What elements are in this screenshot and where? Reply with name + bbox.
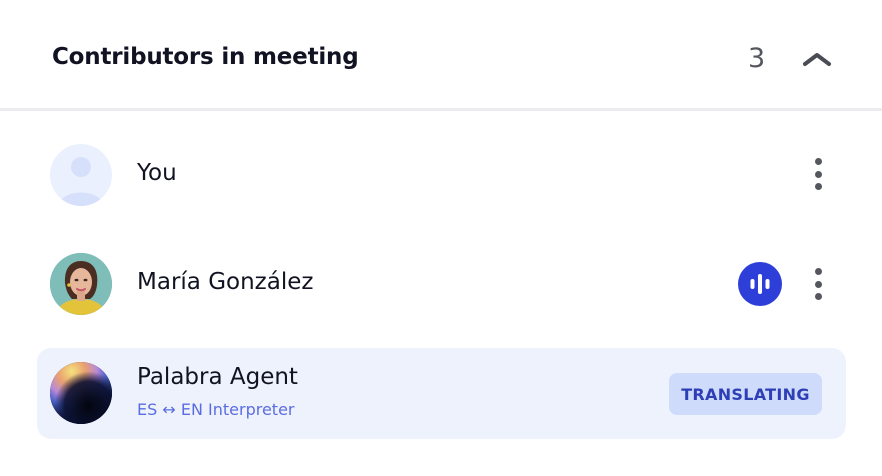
- speaking-indicator: [738, 262, 782, 306]
- avatar-photo: [50, 253, 112, 315]
- participant-menu-button[interactable]: [805, 154, 831, 194]
- more-vertical-icon: [814, 268, 822, 275]
- agent-orb-icon: [50, 362, 112, 424]
- agent-avatar: [50, 362, 112, 424]
- user-silhouette-icon: [59, 157, 103, 206]
- agent-role-label: ES ↔ EN Interpreter: [137, 400, 295, 419]
- participant-row-you: [0, 130, 882, 220]
- collapse-button[interactable]: [796, 42, 838, 76]
- contributor-count: 3: [748, 43, 766, 74]
- chevron-up-icon: [803, 53, 831, 66]
- participant-name: Palabra Agent: [137, 364, 298, 390]
- participant-name: María González: [137, 269, 314, 295]
- audio-waveform-icon: [750, 274, 770, 294]
- contributors-panel: Contributors in meeting 3 You María Gonz…: [0, 0, 882, 476]
- status-badge: TRANSLATING: [669, 373, 822, 415]
- person-portrait-icon: [50, 253, 112, 315]
- participant-name: You: [137, 160, 177, 186]
- panel-title: Contributors in meeting: [52, 44, 359, 70]
- panel-header: Contributors in meeting 3: [0, 0, 882, 111]
- participant-menu-button[interactable]: [805, 264, 831, 304]
- avatar-placeholder: [50, 144, 112, 206]
- more-vertical-icon: [814, 158, 822, 165]
